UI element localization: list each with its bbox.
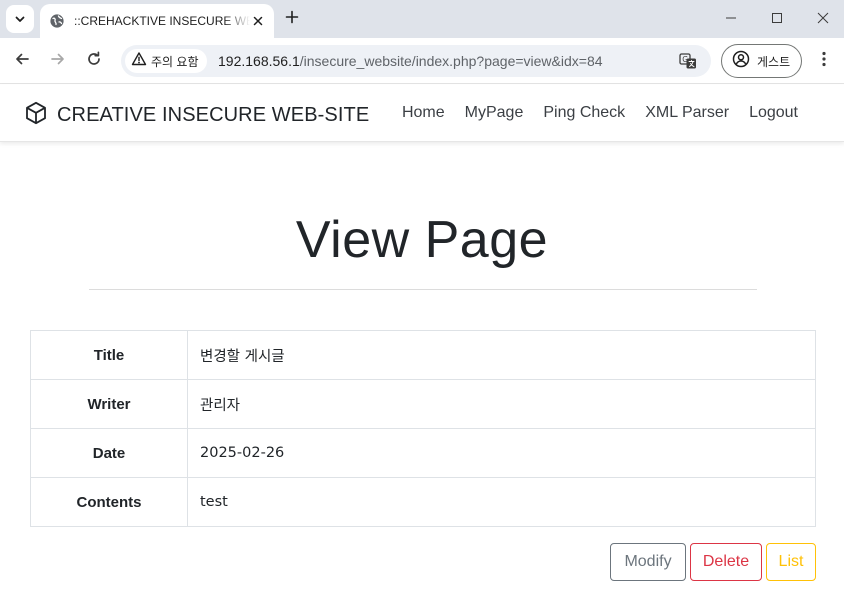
delete-button[interactable]: Delete <box>690 543 762 581</box>
nav-mypage[interactable]: MyPage <box>465 104 524 122</box>
translate-icon[interactable]: G <box>679 52 697 70</box>
url-text[interactable]: 192.168.56.1/insecure_website/index.php?… <box>218 53 603 69</box>
new-tab-button[interactable] <box>282 8 302 28</box>
site-brand[interactable]: CREATIVE INSECURE WEB-SITE <box>25 101 369 129</box>
table-row: Contents test <box>30 477 816 527</box>
reload-button[interactable] <box>82 49 106 73</box>
arrow-left-icon <box>14 51 30 71</box>
nav-ping-check[interactable]: Ping Check <box>543 104 625 122</box>
close-icon[interactable] <box>250 13 266 29</box>
maximize-icon <box>771 9 783 28</box>
tab-strip: ::CREHACKTIVE INSECURE WEB-SITE:: <box>0 0 844 38</box>
forward-button[interactable] <box>46 49 70 73</box>
date-label: Date <box>30 428 188 478</box>
nav-logout[interactable]: Logout <box>749 104 798 122</box>
globe-icon <box>49 13 65 29</box>
table-row: Writer 관리자 <box>30 379 816 429</box>
brand-name: CREATIVE INSECURE WEB-SITE <box>57 103 370 126</box>
reload-icon <box>86 51 102 71</box>
nav-links: Home MyPage Ping Check XML Parser Logout <box>402 104 798 122</box>
chevron-down-icon <box>14 10 26 29</box>
window-close-button[interactable] <box>812 8 834 28</box>
minimize-icon <box>725 9 737 28</box>
arrow-right-icon <box>50 51 66 71</box>
title-divider <box>89 289 757 290</box>
more-vertical-icon <box>822 51 826 71</box>
browser-tab[interactable]: ::CREHACKTIVE INSECURE WEB-SITE:: <box>40 4 274 38</box>
security-indicator[interactable]: 주의 요함 <box>125 49 207 73</box>
tab-title: ::CREHACKTIVE INSECURE WEB-SITE:: <box>74 14 250 28</box>
profile-label: 게스트 <box>757 54 791 69</box>
plus-icon <box>285 9 299 28</box>
maximize-button[interactable] <box>766 8 788 28</box>
minimize-button[interactable] <box>720 8 742 28</box>
title-label: Title <box>30 330 188 380</box>
contents-label: Contents <box>30 477 188 527</box>
writer-value: 관리자 <box>187 379 816 429</box>
url-path: /insecure_website/index.php?page=view&id… <box>299 53 603 69</box>
security-label: 주의 요함 <box>151 54 199 69</box>
writer-label: Writer <box>30 379 188 429</box>
title-value: 변경할 게시글 <box>187 330 816 380</box>
nav-xml-parser[interactable]: XML Parser <box>645 104 729 122</box>
warning-icon <box>131 51 147 71</box>
table-row: Title 변경할 게시글 <box>30 330 816 380</box>
table-row: Date 2025-02-26 <box>30 428 816 478</box>
site-navbar: CREATIVE INSECURE WEB-SITE Home MyPage P… <box>0 85 844 142</box>
list-button[interactable]: List <box>766 543 816 581</box>
close-icon <box>817 9 829 28</box>
nav-home[interactable]: Home <box>402 104 445 122</box>
box-icon <box>25 101 47 129</box>
post-detail-table: Title 변경할 게시글 Writer 관리자 Date 2025-02-26… <box>30 330 816 527</box>
page-title: View Page <box>295 211 549 269</box>
profile-icon <box>732 50 750 72</box>
browser-toolbar: 주의 요함 192.168.56.1/insecure_website/inde… <box>0 38 844 84</box>
back-button[interactable] <box>10 49 34 73</box>
address-bar[interactable]: 주의 요함 192.168.56.1/insecure_website/inde… <box>121 45 711 77</box>
browser-menu-button[interactable] <box>814 49 834 73</box>
contents-value: test <box>187 477 816 527</box>
url-host: 192.168.56.1 <box>218 53 300 69</box>
modify-button[interactable]: Modify <box>610 543 686 581</box>
guest-profile-button[interactable]: 게스트 <box>721 44 802 78</box>
date-value: 2025-02-26 <box>187 428 816 478</box>
tab-search-button[interactable] <box>6 5 34 33</box>
